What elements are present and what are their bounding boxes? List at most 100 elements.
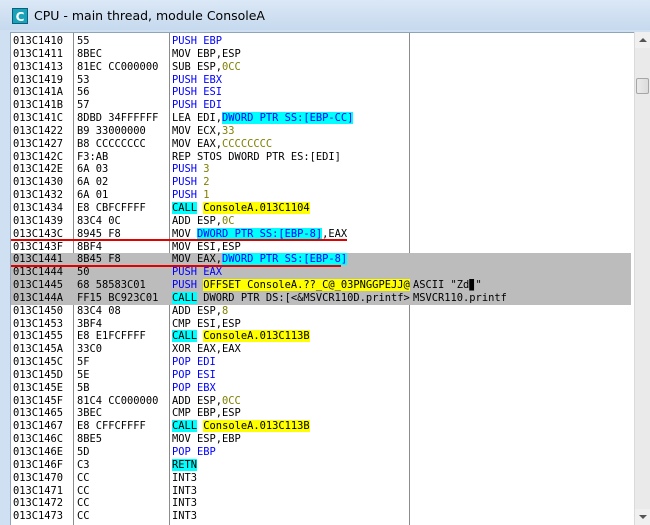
disassembly-cell: POP EBP xyxy=(172,446,410,459)
hex-dump-cell: 50 xyxy=(77,266,169,280)
disassembly-row[interactable]: 013C1444 50 PUSH EAX xyxy=(11,266,631,280)
instruction-token: LEA EDI, xyxy=(172,112,223,125)
disassembly-row[interactable]: 013C1439 83C4 0C ADD ESP,0C xyxy=(11,215,631,228)
disassembly-row[interactable]: 013C141B 57 PUSH EDI xyxy=(11,99,631,112)
instruction-token: ,EAX xyxy=(322,227,348,240)
disassembly-cell: POP EDI xyxy=(172,356,410,369)
disassembly-row[interactable]: 013C146C 8BE5 MOV ESP,EBP xyxy=(11,433,631,446)
address-cell: 013C1444 xyxy=(13,266,75,280)
address-cell: 013C1453 xyxy=(13,317,64,330)
instruction-token: ADD ESP, xyxy=(172,304,223,317)
disassembly-row[interactable]: 013C1419 53 PUSH EBX xyxy=(11,74,631,87)
disassembly-row[interactable]: 013C1455 E8 E1FCFFFF CALL ConsoleA.013C113… xyxy=(11,330,631,343)
address-cell: 013C1472 xyxy=(13,497,64,510)
disassembly-pane[interactable]: 013C1410 55 PUSH EBP 013C1411 8BEC MOV EBP,ES… xyxy=(10,32,648,525)
vertical-scrollbar[interactable] xyxy=(634,32,650,525)
disassembly-cell: RETN xyxy=(172,458,410,472)
disassembly-cell: POP ESI xyxy=(172,369,410,382)
title-bar[interactable]: C CPU - main thread, module ConsoleA xyxy=(0,0,650,30)
disassembly-row[interactable]: 013C141A 56 PUSH ESI xyxy=(11,86,631,99)
hex-dump-cell: F3:AB xyxy=(77,150,109,163)
hex-dump-cell: 55 xyxy=(77,35,90,47)
disassembly-row[interactable]: 013C1432 6A 01 PUSH 1 xyxy=(11,189,631,202)
instruction-token: MOV EAX, xyxy=(172,137,223,150)
address-cell: 013C1470 xyxy=(13,471,64,484)
scroll-down-button[interactable] xyxy=(635,509,650,525)
disassembly-cell: XOR EAX,EAX xyxy=(172,343,410,356)
disassembly-row[interactable]: 013C145F 81C4 CC000000 ADD ESP,0CC xyxy=(11,395,631,408)
disassembly-cell: ADD ESP,0CC xyxy=(172,395,410,408)
instruction-token: DWORD PTR DS:[<&MSVCR110D.printf>] xyxy=(197,291,410,304)
hex-dump-cell: CC xyxy=(77,510,90,523)
disassembly-row[interactable]: 013C1413 81EC CC000000 SUB ESP,0CC xyxy=(11,61,631,74)
disassembly-cell: POP EBX xyxy=(172,382,410,395)
disassembly-row[interactable]: 013C1450 83C4 08 ADD ESP,8 xyxy=(11,305,631,318)
address-cell: 013C1445 xyxy=(13,279,75,292)
disassembly-row[interactable]: 013C1473 CC INT3 xyxy=(11,510,631,523)
hex-dump-cell: 53 xyxy=(77,73,90,86)
disassembly-cell: MOV ESP,EBP xyxy=(172,433,410,446)
disassembly-row[interactable]: 013C143F 8BF4 MOV ESI,ESP xyxy=(11,241,631,254)
disassembly-row[interactable]: 013C1470 CC INT3 xyxy=(11,472,631,485)
disassembly-row[interactable]: 013C1445 68 58583C01 PUSH OFFSET ConsoleA.… xyxy=(11,279,631,292)
instruction-token: CMP EBP,ESP xyxy=(172,407,241,420)
arrow-down-icon xyxy=(639,515,647,519)
address-cell: 013C1450 xyxy=(13,304,64,317)
disassembly-row[interactable]: 013C1434 E8 CBFCFFFF CALL ConsoleA.013C110… xyxy=(11,201,631,215)
instruction-token: PUSH xyxy=(172,189,204,202)
disassembly-row[interactable]: 013C142E 6A 03 PUSH 3 xyxy=(11,163,631,176)
disassembly-row[interactable]: 013C144A FF15 BC923C01 CALL DWORD PTR DS:[… xyxy=(11,291,631,305)
instruction-token: MOV xyxy=(172,227,198,240)
scroll-thumb[interactable] xyxy=(636,78,649,94)
disassembly-cell: INT3 xyxy=(172,485,410,498)
address-cell: 013C1439 xyxy=(13,214,64,227)
disassembly-cell: INT3 xyxy=(172,497,410,510)
disassembly-row[interactable]: 013C1410 55 PUSH EBP xyxy=(11,35,631,48)
disassembly-row[interactable]: 013C145D 5E POP ESI xyxy=(11,369,631,382)
instruction-token: DWORD PTR SS:[EBP-CC] xyxy=(222,112,354,125)
disassembly-cell: PUSH 2 xyxy=(172,176,410,189)
disassembly-row[interactable]: 013C1472 CC INT3 xyxy=(11,497,631,510)
disassembly-row[interactable]: 013C145C 5F POP EDI xyxy=(11,356,631,369)
disassembly-row[interactable]: 013C1430 6A 02 PUSH 2 xyxy=(11,176,631,189)
address-cell: 013C1410 xyxy=(13,35,64,47)
instruction-token: CALL xyxy=(172,201,198,214)
instruction-token: ConsoleA.013C1104 xyxy=(203,201,310,214)
address-cell: 013C1465 xyxy=(13,407,64,420)
disassembly-row[interactable]: 013C142C F3:AB REP STOS DWORD PTR ES:[EDI] xyxy=(11,151,631,164)
disassembly-row[interactable]: 013C1467 E8 CFFCFFFF CALL ConsoleA.013C113… xyxy=(11,420,631,433)
hex-dump-cell: 5B xyxy=(77,381,90,394)
instruction-token: CALL xyxy=(172,420,198,433)
address-cell: 013C145F xyxy=(13,394,64,407)
instruction-token: POP ESI xyxy=(172,368,216,381)
address-cell: 013C1473 xyxy=(13,510,64,523)
hex-dump-cell: 3BF4 xyxy=(77,317,103,330)
hex-dump-cell: E8 CFFCFFFF xyxy=(77,420,146,433)
instruction-token: REP STOS DWORD PTR ES:[EDI] xyxy=(172,150,341,163)
instruction-token: DWORD PTR SS:[EBP-8] xyxy=(197,227,323,240)
disassembly-row[interactable]: 013C145A 33C0 XOR EAX,EAX xyxy=(11,343,631,356)
disassembly-row[interactable]: 013C1465 3BEC CMP EBP,ESP xyxy=(11,407,631,420)
instruction-token: OFFSET ConsoleA.??_C@_03PNGGPEJJ@?$ xyxy=(203,279,410,292)
scroll-up-button[interactable] xyxy=(635,32,650,48)
disassembly-row[interactable]: 013C146E 5D POP EBP xyxy=(11,446,631,459)
disassembly-row[interactable]: 013C145E 5B POP EBX xyxy=(11,382,631,395)
disassembly-cell: CMP ESI,ESP xyxy=(172,318,410,331)
instruction-token: XOR EAX,EAX xyxy=(172,343,241,356)
disassembly-row[interactable]: 013C1471 CC INT3 xyxy=(11,485,631,498)
instruction-token: 0C xyxy=(222,214,235,227)
arrow-up-icon xyxy=(639,38,647,42)
hex-dump-cell: 5E xyxy=(77,368,90,381)
disassembly-row[interactable]: 013C141C 8DBD 34FFFFFF LEA EDI,DWORD PTR S… xyxy=(11,112,631,125)
disassembly-row[interactable]: 013C146F C3 RETN xyxy=(11,458,631,472)
instruction-token: INT3 xyxy=(172,484,198,497)
annotation-line xyxy=(11,239,347,241)
hex-dump-cell: 56 xyxy=(77,86,90,99)
disassembly-row[interactable]: 013C1453 3BF4 CMP ESI,ESP xyxy=(11,318,631,331)
disassembly-row[interactable]: 013C1411 8BEC MOV EBP,ESP xyxy=(11,48,631,61)
disassembly-row[interactable]: 013C1422 B9 33000000 MOV ECX,33 xyxy=(11,125,631,138)
hex-dump-cell: 8BEC xyxy=(77,47,103,60)
disassembly-row[interactable]: 013C1427 B8 CCCCCCCC MOV EAX,CCCCCCCC xyxy=(11,138,631,151)
hex-dump-cell: 8DBD 34FFFFFF xyxy=(77,112,159,125)
instruction-token: PUSH xyxy=(172,176,204,189)
